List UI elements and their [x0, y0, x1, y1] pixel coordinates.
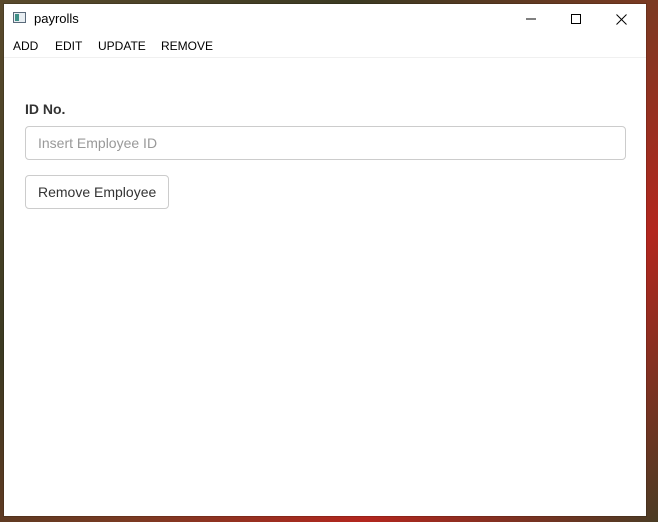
app-window: payrolls ADD EDIT UPDATE REMOVE ID No. R… — [4, 4, 646, 516]
id-label: ID No. — [25, 101, 66, 117]
menu-item-add[interactable]: ADD — [13, 39, 38, 53]
remove-employee-button[interactable]: Remove Employee — [25, 175, 170, 209]
app-window-icon — [13, 12, 26, 23]
employee-id-input[interactable] — [25, 126, 626, 160]
menu-item-edit[interactable]: EDIT — [55, 39, 82, 53]
minimize-icon — [526, 18, 536, 20]
menu-item-remove[interactable]: REMOVE — [161, 39, 213, 53]
remove-employee-form: ID No. Remove Employee — [4, 59, 646, 516]
minimize-button[interactable] — [508, 4, 554, 34]
maximize-button[interactable] — [553, 4, 599, 34]
menu-bar: ADD EDIT UPDATE REMOVE — [4, 34, 646, 58]
close-icon — [615, 13, 627, 25]
menu-item-update[interactable]: UPDATE — [98, 39, 146, 53]
window-title: payrolls — [34, 11, 79, 26]
close-button[interactable] — [598, 4, 644, 34]
title-bar[interactable]: payrolls — [4, 4, 646, 34]
maximize-icon — [571, 14, 581, 24]
